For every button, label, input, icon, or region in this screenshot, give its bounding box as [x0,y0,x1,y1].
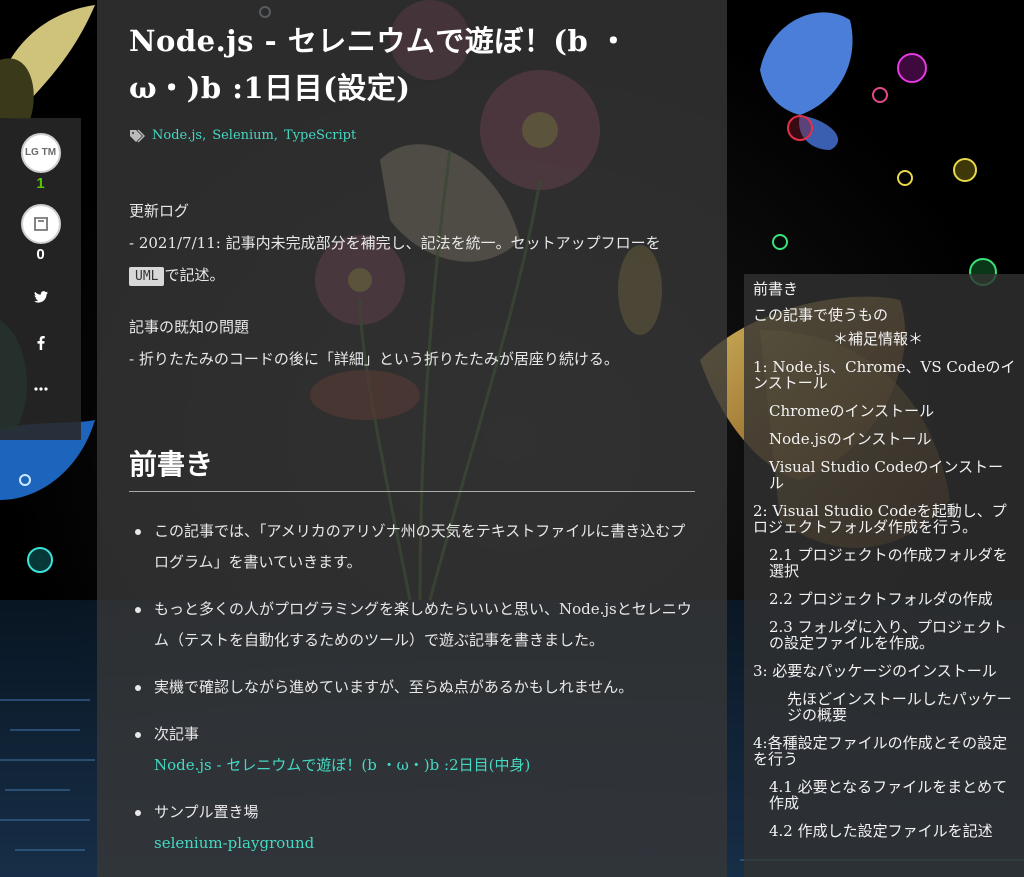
toc-item-preface[interactable]: 前書き [753,278,1018,300]
toc-item[interactable]: 2: Visual Studio Codeを起動し、プロジェクトフォルダ作成を行… [753,503,1018,535]
list-item: 実機で確認しながら進めていますが、至らぬ点があるかもしれません。 [129,672,695,703]
update-log-entry: - 2021/7/11: 記事内未完成部分を補完し、記法を統一。セットアップフロ… [129,227,695,293]
next-article-label: 次記事 [154,725,200,743]
update-log-heading: 更新ログ [129,202,190,220]
side-action-bar: LG TM 1 0 [0,118,81,440]
toc-item[interactable]: ＊補足情報＊ [753,331,1018,347]
toc-item[interactable]: 1: Node.js、Chrome、VS Codeのインストール [753,359,1018,391]
lgtm-button[interactable]: LG TM [20,133,61,173]
toc-item[interactable]: Visual Studio Codeのインストール [753,459,1018,491]
article-title: Node.js - セレニウムで遊ぼ！(b ・ω・)b :1日目(設定) [129,24,629,105]
toc-item[interactable]: 2.2 プロジェクトフォルダの作成 [753,591,1018,607]
update-log-text: - 2021/7/11: 記事内未完成部分を補完し、記法を統一。セットアップフロ… [129,234,661,252]
toc-item[interactable]: 4.2 作成した設定ファイルを記述 [753,823,1018,839]
toc-item[interactable]: 4.1 必要となるファイルをまとめて作成 [753,779,1018,811]
list-item: もっと多くの人がプログラミングを楽しめたらいいと思い、Node.jsとセレニウム… [129,594,695,656]
list-item: 次記事 Node.js - セレニウムで遊ぼ！(b ・ω・)b :2日目(中身) [129,719,695,781]
sample-link[interactable]: selenium-playground [154,828,695,859]
facebook-share-button[interactable] [29,331,53,355]
stock-button[interactable] [20,204,61,244]
twitter-share-button[interactable] [29,285,53,309]
ellipsis-icon [33,387,48,391]
lgtm-label: LG TM [24,147,57,158]
toc-item[interactable]: この記事で使うもの [753,305,1018,325]
more-options-button[interactable] [29,377,53,401]
sample-label: サンプル置き場 [154,803,259,821]
toc-item[interactable]: 4:各種設定ファイルの作成とその設定を行う [753,735,1018,767]
table-of-contents: 前書き この記事で使うもの ＊補足情報＊ 1: Node.js、Chrome、VS … [744,274,1024,877]
known-issues-heading: 記事の既知の問題 [129,318,250,336]
toc-item[interactable]: 先ほどインストールしたパッケージの概要 [753,691,1018,723]
section-heading: 前書き [129,443,695,492]
toc-item[interactable]: 2.3 フォルダに入り、プロジェクトの設定ファイルを作成。 [753,619,1018,651]
tag-icon [130,129,145,142]
tag-typescript[interactable]: TypeScript [284,128,356,143]
update-log: 更新ログ - 2021/7/11: 記事内未完成部分を補完し、記法を統一。セット… [129,195,695,293]
article-body: Node.js - セレニウムで遊ぼ！(b ・ω・)b :1日目(設定) Nod… [97,0,727,877]
facebook-icon [37,336,45,350]
tag-nodejs[interactable]: Node.js [152,128,202,143]
next-article-link[interactable]: Node.js - セレニウムで遊ぼ！(b ・ω・)b :2日目(中身) [154,750,695,781]
update-log-suffix: で記述。 [164,266,225,284]
intro-list: この記事では、「アメリカのアリゾナ州の天気をテキストファイルに書き込むプログラム… [129,516,695,859]
twitter-icon [33,291,48,303]
uml-code: UML [129,267,165,286]
tag-list: Node.js, Selenium, TypeScript [129,128,695,143]
toc-item[interactable]: Node.jsのインストール [753,431,1018,447]
tag-selenium[interactable]: Selenium [212,128,274,143]
toc-item[interactable]: 2.1 プロジェクトの作成フォルダを選択 [753,547,1018,579]
stock-icon [33,217,48,231]
list-item: この記事では、「アメリカのアリゾナ州の天気をテキストファイルに書き込むプログラム… [129,516,695,578]
stock-count: 0 [36,246,45,263]
list-item: サンプル置き場 selenium-playground [129,797,695,859]
known-issues-entry: - 折りたたみのコードの後に「詳細」という折りたたみが居座り続ける。 [129,350,619,368]
toc-item[interactable]: 3: 必要なパッケージのインストール [753,663,1018,679]
known-issues: 記事の既知の問題 - 折りたたみのコードの後に「詳細」という折りたたみが居座り続… [129,311,695,375]
toc-item[interactable]: Chromeのインストール [753,403,1018,419]
lgtm-count: 1 [36,175,45,192]
